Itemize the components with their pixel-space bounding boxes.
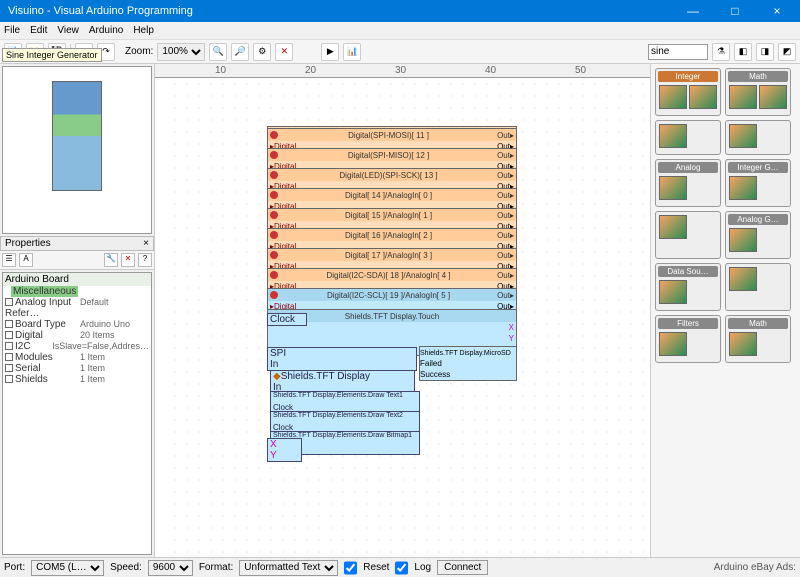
palette: Sine Integer Generator IntegerMathAnalog…: [650, 64, 800, 557]
ads-label: Arduino eBay Ads:: [714, 562, 796, 573]
prop-row[interactable]: Analog Input Refer…Default: [3, 297, 151, 319]
component-icon[interactable]: [659, 176, 687, 200]
palette-group[interactable]: Math: [725, 315, 791, 363]
menu-edit[interactable]: Edit: [30, 25, 47, 36]
properties-header: Properties ×: [0, 236, 154, 251]
component-icon[interactable]: [729, 176, 757, 200]
port-select[interactable]: COM5 (L…: [31, 560, 104, 576]
prop-row[interactable]: Serial1 Item: [3, 363, 151, 374]
reset-checkbox[interactable]: [344, 560, 357, 576]
component-icon[interactable]: [729, 228, 757, 252]
palette-group[interactable]: Math: [725, 68, 791, 116]
format-select[interactable]: Unformatted Text: [239, 560, 338, 576]
component-icon[interactable]: [729, 267, 757, 291]
titlebar: Visuino - Visual Arduino Programming — □…: [0, 0, 800, 22]
component-icon[interactable]: [729, 124, 757, 148]
search-input[interactable]: [648, 44, 708, 60]
prop-tool-icon[interactable]: 🔧: [104, 253, 118, 267]
prop-row[interactable]: Board TypeArduino Uno: [3, 319, 151, 330]
palette-group[interactable]: Analog G…: [725, 211, 791, 259]
menu-arduino[interactable]: Arduino: [89, 25, 123, 36]
zoom-label: Zoom:: [125, 46, 153, 57]
spi-block[interactable]: SPI In: [267, 347, 417, 371]
component-icon[interactable]: [659, 124, 687, 148]
component-icon[interactable]: [689, 85, 717, 109]
speed-select[interactable]: 9600: [148, 560, 193, 576]
clock-block[interactable]: Clock: [267, 313, 307, 326]
main: Properties × ☰ A 🔧 ✕ ? Arduino Board Mis…: [0, 64, 800, 557]
component-icon[interactable]: [729, 332, 757, 356]
menubar: File Edit View Arduino Help: [0, 22, 800, 40]
prop-row[interactable]: Shields1 Item: [3, 374, 151, 385]
prop-toolbar: ☰ A 🔧 ✕ ?: [0, 251, 154, 270]
microsd-block[interactable]: Shields.TFT Display.MicroSD Failed Succe…: [419, 346, 517, 381]
overview-pane[interactable]: [2, 66, 152, 234]
properties-title: Properties: [5, 238, 51, 249]
palette-group[interactable]: [655, 120, 721, 155]
prop-row[interactable]: I2CIsSlave=False,Addres…: [3, 341, 151, 352]
port-label: Port:: [4, 562, 25, 573]
palette-group[interactable]: Filters: [655, 315, 721, 363]
close-button[interactable]: ×: [762, 4, 792, 18]
tree-misc[interactable]: Miscellaneous: [3, 286, 151, 297]
connect-button[interactable]: Connect: [437, 560, 488, 575]
component-icon[interactable]: [659, 332, 687, 356]
component-icon[interactable]: [729, 85, 757, 109]
prop-az-icon[interactable]: A: [19, 253, 33, 267]
component-icon[interactable]: [659, 215, 687, 239]
tree-title: Arduino Board: [3, 273, 151, 286]
prop-row[interactable]: Digital20 Items: [3, 330, 151, 341]
prop-cat-icon[interactable]: ☰: [2, 253, 16, 267]
ruler-horizontal: 1020304050: [155, 64, 650, 78]
tooltip: Sine Integer Generator: [2, 48, 102, 62]
menu-file[interactable]: File: [4, 25, 20, 36]
palette-icon-2[interactable]: ◨: [756, 43, 774, 61]
prop-row[interactable]: Modules1 Item: [3, 352, 151, 363]
format-label: Format:: [199, 562, 233, 573]
palette-group[interactable]: [655, 211, 721, 259]
component-icon[interactable]: [659, 280, 687, 304]
upload-icon[interactable]: ▶: [321, 43, 339, 61]
component-icon[interactable]: [759, 85, 787, 109]
zoom-in-icon[interactable]: 🔍: [209, 43, 227, 61]
delete-icon[interactable]: ✕: [275, 43, 293, 61]
prop-del-icon[interactable]: ✕: [121, 253, 135, 267]
speed-label: Speed:: [110, 562, 142, 573]
palette-group[interactable]: Integer G…: [725, 159, 791, 207]
component-icon[interactable]: [659, 85, 687, 109]
props-close-icon[interactable]: ×: [143, 238, 149, 249]
canvas[interactable]: 1020304050 ▸Analog▸DigitalDigital(SPI-MO…: [155, 64, 650, 557]
overview-thumb: [52, 81, 102, 191]
palette-group[interactable]: [725, 263, 791, 311]
minimize-button[interactable]: —: [678, 4, 708, 18]
palette-group[interactable]: Analog: [655, 159, 721, 207]
menu-help[interactable]: Help: [133, 25, 154, 36]
palette-group[interactable]: [725, 120, 791, 155]
zoom-select[interactable]: 100%: [157, 43, 205, 61]
zoom-out-icon[interactable]: 🔎: [231, 43, 249, 61]
statusbar: Port: COM5 (L… Speed: 9600 Format: Unfor…: [0, 557, 800, 577]
palette-icon-3[interactable]: ◩: [778, 43, 796, 61]
window-buttons: — □ ×: [678, 4, 792, 18]
log-checkbox[interactable]: [395, 560, 408, 576]
xy-block[interactable]: X Y: [267, 438, 302, 462]
toolbar: 📄 📂 💾 ↶ ↷ Zoom: 100% 🔍 🔎 ⚙ ✕ ▶ 📊 ⚗ ◧ ◨ ◩: [0, 40, 800, 64]
tool-icon[interactable]: ⚙: [253, 43, 271, 61]
window-title: Visuino - Visual Arduino Programming: [8, 5, 678, 17]
serial-icon[interactable]: 📊: [343, 43, 361, 61]
prop-help-icon[interactable]: ?: [138, 253, 152, 267]
filter-icon[interactable]: ⚗: [712, 43, 730, 61]
menu-view[interactable]: View: [57, 25, 79, 36]
palette-icon-1[interactable]: ◧: [734, 43, 752, 61]
palette-group[interactable]: Data Sou…: [655, 263, 721, 311]
palette-group[interactable]: Integer: [655, 68, 721, 116]
maximize-button[interactable]: □: [720, 4, 750, 18]
left-panel: Properties × ☰ A 🔧 ✕ ? Arduino Board Mis…: [0, 64, 155, 557]
property-tree[interactable]: Arduino Board Miscellaneous Analog Input…: [2, 272, 152, 555]
